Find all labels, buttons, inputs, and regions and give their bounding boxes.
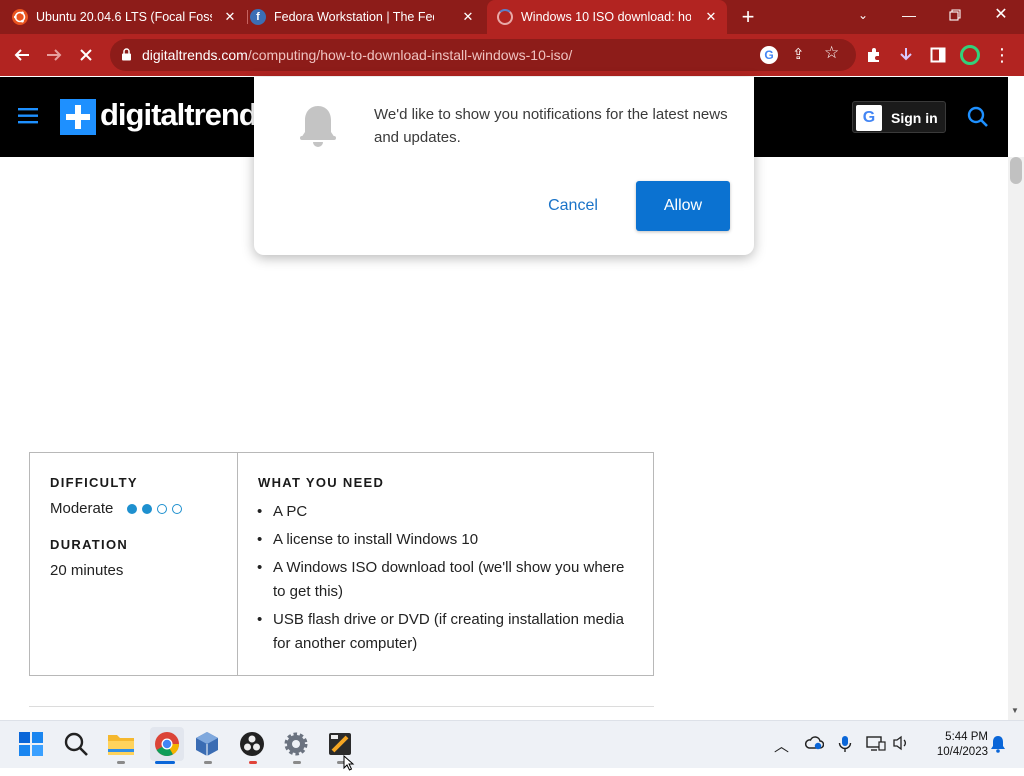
app-indicator [293,761,301,764]
file-explorer-icon[interactable] [107,729,137,759]
info-divider [237,453,238,675]
difficulty-heading: DIFFICULTY [50,475,138,490]
chrome-icon[interactable] [150,727,184,761]
tab-windows-iso[interactable]: Windows 10 ISO download: how to download… [487,0,727,34]
app-indicator [249,761,257,764]
scrollbar-thumb[interactable] [1010,157,1022,184]
back-button[interactable] [8,41,36,69]
allow-button[interactable]: Allow [636,181,730,231]
fedora-icon: f [250,9,266,25]
page-scrollbar[interactable] [1008,157,1024,720]
close-icon[interactable]: ✕ [222,9,238,25]
article-info-box: DIFFICULTY Moderate DURATION 20 minutes … [29,452,654,676]
close-window-button[interactable]: ✕ [978,0,1024,30]
difficulty-value: Moderate [50,500,114,517]
microphone-icon[interactable] [838,735,852,757]
taskbar-clock[interactable]: 5:44 PM 10/4/2023 [918,730,988,760]
ubuntu-icon [12,9,28,25]
share-icon[interactable]: ⇪ [792,45,805,63]
list-item: • USB flash drive or DVD (if creating ins… [257,611,624,652]
list-item-text: A PC [273,503,308,520]
network-icon[interactable] [866,735,886,755]
tab-strip: Ubuntu 20.04.6 LTS (Focal Fossa) ✕ f Fed… [0,0,1024,34]
list-item: • A Windows ISO download tool (we'll show… [257,559,625,600]
difficulty-meter [127,500,187,518]
notification-message: We'd like to show you notifications for … [374,106,728,146]
cancel-button[interactable]: Cancel [536,181,610,231]
app-indicator [204,761,212,764]
sign-in-label: Sign in [891,110,938,126]
duration-value: 20 minutes [50,562,124,579]
settings-gear-icon[interactable] [283,729,313,759]
tab-separator [247,10,248,24]
tab-title: Windows 10 ISO download: how to download… [521,10,691,24]
duration-heading: DURATION [50,537,129,552]
list-item: • A license to install Windows 10 [257,531,479,548]
difficulty-dot-empty [172,504,182,514]
tab-search-button[interactable]: ⌄ [840,0,886,30]
sign-in-button[interactable]: G Sign in [852,101,946,133]
close-icon[interactable]: ✕ [460,9,476,25]
list-item: • A PC [257,503,308,520]
virtualbox-icon[interactable] [194,729,224,759]
site-logo-text[interactable]: digitaltrends [100,97,274,133]
url-domain: digitaltrends.com [142,47,248,63]
side-panel-icon[interactable] [924,41,952,69]
what-you-need-heading: WHAT YOU NEED [258,475,385,490]
notification-center-bell-icon[interactable] [990,735,1006,757]
list-item-text: A Windows ISO download tool (we'll show … [273,559,625,600]
mouse-cursor-icon [343,754,355,776]
lock-icon[interactable] [121,48,132,66]
menu-kebab-icon[interactable]: ⋮ [988,41,1016,69]
url-text: digitaltrends.com/computing/how-to-downl… [142,47,572,63]
bell-icon [298,103,338,156]
search-icon[interactable] [63,729,93,759]
address-bar[interactable]: digitaltrends.com/computing/how-to-downl… [110,39,856,71]
list-item-text: USB flash drive or DVD (if creating inst… [273,611,624,652]
minimize-button[interactable]: — [886,0,932,30]
logo-plus-icon[interactable] [60,99,96,135]
stop-loading-button[interactable] [72,41,100,69]
tab-ubuntu[interactable]: Ubuntu 20.04.6 LTS (Focal Fossa) ✕ [12,0,246,34]
restore-button[interactable] [932,0,978,30]
bookmark-star-icon[interactable]: ☆ [824,43,839,63]
obs-studio-icon[interactable] [239,729,269,759]
close-icon[interactable]: ✕ [703,9,719,25]
windows-taskbar: ︿ 5:44 PM 10/4/2023 [0,720,1024,768]
list-item-text: A license to install Windows 10 [273,531,479,548]
google-lens-icon[interactable]: G [760,46,778,64]
difficulty-dot-filled [127,504,137,514]
hamburger-menu-icon[interactable] [18,107,40,130]
new-tab-button[interactable]: + [736,5,760,29]
difficulty-dot-filled [142,504,152,514]
browser-toolbar: digitaltrends.com/computing/how-to-downl… [0,34,1024,76]
notification-permission-popup: We'd like to show you notifications for … [254,77,754,255]
difficulty-dot-empty [157,504,167,514]
loading-icon [497,9,513,25]
windows-start-icon[interactable] [18,729,48,759]
search-icon[interactable] [967,106,989,133]
section-divider [29,706,654,707]
download-icon[interactable] [892,41,920,69]
profile-avatar-icon[interactable] [956,41,984,69]
tab-fedora[interactable]: f Fedora Workstation | The Fedora Projec… [250,0,484,34]
clock-time: 5:44 PM [945,731,988,743]
onedrive-cloud-icon[interactable] [804,735,825,755]
clock-date: 10/4/2023 [936,746,988,758]
show-hidden-icons-chevron-icon[interactable]: ︿ [774,735,789,756]
forward-button[interactable] [40,41,68,69]
extensions-icon[interactable] [860,41,888,69]
volume-icon[interactable] [892,735,910,755]
tab-title: Ubuntu 20.04.6 LTS (Focal Fossa) [36,10,212,24]
google-icon: G [856,105,882,131]
app-indicator-active [155,761,175,764]
scroll-down-arrow-icon[interactable]: ▼ [1011,706,1019,715]
tab-title: Fedora Workstation | The Fedora Project [274,10,434,24]
url-path: /computing/how-to-download-install-windo… [247,47,573,63]
app-indicator [117,761,125,764]
